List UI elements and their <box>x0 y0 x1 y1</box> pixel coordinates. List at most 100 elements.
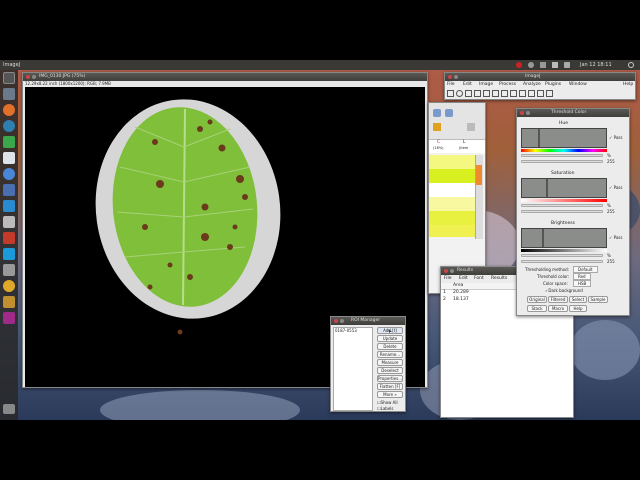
chat-icon[interactable] <box>3 168 15 180</box>
minimize-icon[interactable] <box>526 111 530 115</box>
files-icon[interactable] <box>3 88 15 100</box>
dash-icon[interactable] <box>3 72 15 84</box>
method-select[interactable]: Default <box>573 266 598 273</box>
network-icon[interactable] <box>528 62 534 68</box>
info-icon[interactable] <box>3 200 15 212</box>
macro-button[interactable]: Macro <box>548 305 568 312</box>
drive-icon[interactable] <box>3 264 15 276</box>
menu-edit[interactable]: Edit <box>459 276 468 281</box>
imagej-icon[interactable] <box>3 296 15 308</box>
wand-tool-icon[interactable] <box>510 90 517 97</box>
minimize-icon[interactable] <box>340 319 344 323</box>
undo-icon[interactable] <box>433 109 441 117</box>
dropper-tool-icon[interactable] <box>546 90 553 97</box>
saturation-max-slider[interactable] <box>521 210 603 213</box>
saturation-pass-checkbox[interactable]: ✓ Pass <box>609 185 622 190</box>
grid-icon[interactable] <box>467 123 475 131</box>
zoom-tool-icon[interactable] <box>528 90 535 97</box>
show-all-checkbox[interactable]: ☐Show All <box>377 400 398 405</box>
sample-button[interactable]: Sample <box>588 296 608 303</box>
measure-button[interactable]: Measure <box>377 359 403 366</box>
help-button[interactable]: Help <box>569 305 587 312</box>
menu-font[interactable]: Font <box>474 276 484 281</box>
color-select[interactable]: Red <box>573 273 591 280</box>
skype-icon[interactable] <box>3 248 15 260</box>
more-button[interactable]: More » <box>377 391 403 398</box>
paint-icon[interactable] <box>433 123 441 131</box>
update-button[interactable]: Update <box>377 335 403 342</box>
menu-image[interactable]: Image <box>479 82 493 87</box>
freehand-tool-icon[interactable] <box>474 90 481 97</box>
space-select[interactable]: HSB <box>573 280 592 287</box>
filtered-button[interactable]: Filtered <box>548 296 568 303</box>
dark-background-checkbox[interactable]: ✓Dark background <box>545 288 583 293</box>
roi-list[interactable]: 0187-0553 <box>333 327 373 411</box>
minimize-icon[interactable] <box>454 75 458 79</box>
saturation-min-slider[interactable] <box>521 204 603 207</box>
rename-button[interactable]: Rename... <box>377 351 403 358</box>
delete-button[interactable]: Delete <box>377 343 403 350</box>
rectangle-tool-icon[interactable] <box>447 90 454 97</box>
minimize-icon[interactable] <box>450 269 454 273</box>
redo-icon[interactable] <box>445 109 453 117</box>
point-tool-icon[interactable] <box>501 90 508 97</box>
hue-max-slider[interactable] <box>521 160 603 163</box>
properties-button[interactable]: Properties... <box>377 375 403 382</box>
flatten-button[interactable]: Flatten [F] <box>377 383 403 390</box>
menu-window[interactable]: Window <box>569 82 587 87</box>
threshold-titlebar[interactable]: Threshold Color <box>517 109 629 117</box>
menu-file[interactable]: File <box>447 82 455 87</box>
menu-results[interactable]: Results <box>491 276 507 281</box>
menu-analyze[interactable]: Analyze <box>523 82 541 87</box>
hand-tool-icon[interactable] <box>537 90 544 97</box>
roi-manager-titlebar[interactable]: ROI Manager <box>331 317 405 325</box>
trash-icon[interactable] <box>3 404 15 414</box>
labels-checkbox[interactable]: ☐Labels <box>377 406 393 411</box>
hue-min-slider[interactable] <box>521 154 603 157</box>
battery-icon[interactable] <box>552 62 558 68</box>
menu-process[interactable]: Process <box>499 82 516 87</box>
presentation-icon[interactable] <box>3 184 15 196</box>
stack-button[interactable]: Stack <box>527 305 547 312</box>
keyboard-icon[interactable] <box>540 62 546 68</box>
menu-file[interactable]: File <box>444 276 452 281</box>
scrollbar[interactable] <box>475 155 483 239</box>
color-swatch[interactable] <box>429 225 475 237</box>
brightness-pass-checkbox[interactable]: ✓ Pass <box>609 235 622 240</box>
scrollbar-thumb[interactable] <box>476 165 482 185</box>
color-swatch[interactable] <box>429 183 475 197</box>
brightness-max-slider[interactable] <box>521 260 603 263</box>
menu-edit[interactable]: Edit <box>463 82 472 87</box>
menu-help[interactable]: Help <box>623 82 633 87</box>
polygon-tool-icon[interactable] <box>465 90 472 97</box>
text-tool-icon[interactable] <box>519 90 526 97</box>
recording-icon[interactable] <box>516 62 522 68</box>
minimize-icon[interactable] <box>32 75 36 79</box>
app-icon[interactable] <box>3 312 15 324</box>
menu-plugins[interactable]: Plugins <box>545 82 561 87</box>
volume-icon[interactable] <box>564 62 570 68</box>
close-icon[interactable] <box>520 111 524 115</box>
spreadsheet-icon[interactable] <box>3 136 15 148</box>
close-icon[interactable] <box>448 75 452 79</box>
browser-icon[interactable] <box>3 120 15 132</box>
angle-tool-icon[interactable] <box>492 90 499 97</box>
color-swatch[interactable] <box>429 169 475 183</box>
color-swatch[interactable] <box>429 197 475 211</box>
image-window-titlebar[interactable]: IMG_0130.JPG (75%) <box>23 73 427 81</box>
line-tool-icon[interactable] <box>483 90 490 97</box>
oval-tool-icon[interactable] <box>456 90 463 97</box>
close-icon[interactable] <box>444 269 448 273</box>
list-item[interactable]: 0187-0553 <box>334 328 372 333</box>
firefox-icon[interactable] <box>3 104 15 116</box>
document-icon[interactable] <box>3 152 15 164</box>
clock[interactable]: Jan 12 18:11 <box>580 60 612 70</box>
color-swatch[interactable] <box>429 155 475 169</box>
power-icon[interactable] <box>628 62 634 68</box>
app-icon[interactable] <box>3 232 15 244</box>
chrome-icon[interactable] <box>3 280 15 292</box>
brightness-min-slider[interactable] <box>521 254 603 257</box>
close-icon[interactable] <box>334 319 338 323</box>
color-swatch[interactable] <box>429 211 475 225</box>
hue-pass-checkbox[interactable]: ✓ Pass <box>609 135 622 140</box>
